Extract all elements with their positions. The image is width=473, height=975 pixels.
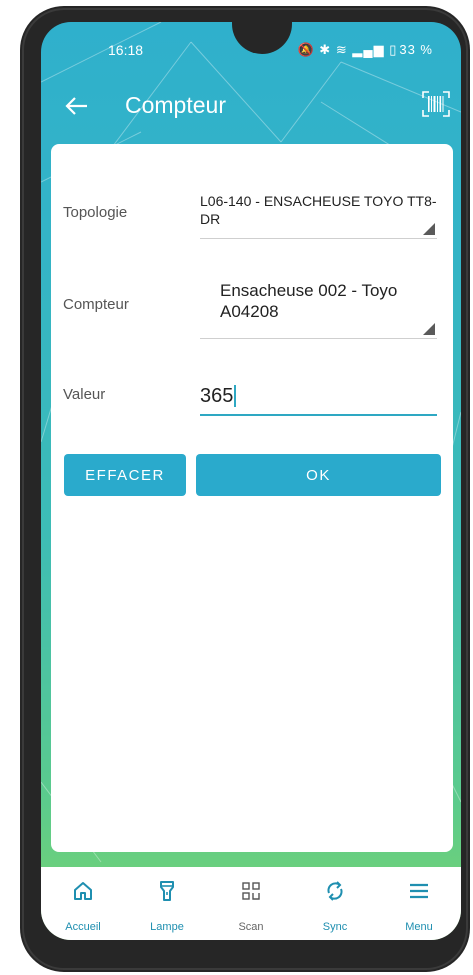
- nav-lampe[interactable]: Lampe: [125, 867, 209, 940]
- valeur-input[interactable]: 365: [200, 378, 437, 416]
- menu-icon: [410, 883, 428, 899]
- battery-icon: ▯: [389, 42, 398, 57]
- battery-percent: 33 %: [399, 42, 433, 57]
- status-icons: 🔕 ✱ ≋ ▂▄▆ ▯ 33 %: [297, 42, 433, 58]
- text-caret: [234, 385, 237, 407]
- topologie-value: L06-140 - ENSACHEUSE TOYO TT8-DR: [200, 193, 437, 227]
- nav-sync[interactable]: Sync: [293, 867, 377, 940]
- nav-label: Menu: [405, 921, 433, 933]
- sync-icon: [327, 881, 343, 901]
- dropdown-triangle-icon: [423, 223, 435, 235]
- compteur-label: Compteur: [63, 296, 129, 313]
- valeur-label: Valeur: [63, 386, 106, 403]
- form-card: Topologie L06-140 - ENSACHEUSE TOYO TT8-…: [51, 144, 453, 852]
- flashlight-icon: [160, 881, 174, 901]
- signal-icon: ▂▄▆: [352, 42, 385, 57]
- arrow-left-icon[interactable]: [63, 92, 91, 120]
- barcode-icon[interactable]: [421, 90, 451, 118]
- nav-accueil[interactable]: Accueil: [41, 867, 125, 940]
- app-bar: Compteur: [41, 84, 461, 132]
- nav-menu[interactable]: Menu: [377, 867, 461, 940]
- bottom-nav: Accueil Lampe Scan Sync Menu: [41, 867, 461, 940]
- compteur-value: Ensacheuse 002 - Toyo A04208: [220, 281, 398, 321]
- nav-label: Scan: [238, 921, 264, 933]
- qr-scan-icon: [242, 882, 260, 900]
- wifi-icon: ≋: [335, 42, 348, 57]
- topologie-label: Topologie: [63, 204, 128, 221]
- bluetooth-icon: ✱: [319, 42, 332, 57]
- nav-label: Sync: [322, 921, 348, 933]
- mute-icon: 🔕: [297, 42, 315, 57]
- topologie-select[interactable]: L06-140 - ENSACHEUSE TOYO TT8-DR: [200, 192, 437, 239]
- home-icon: [74, 882, 92, 900]
- dropdown-triangle-icon: [423, 323, 435, 335]
- nav-label: Lampe: [150, 921, 184, 933]
- page-title: Compteur: [125, 92, 226, 118]
- compteur-select[interactable]: Ensacheuse 002 - Toyo A04208: [200, 280, 437, 339]
- clear-button[interactable]: EFFACER: [64, 454, 186, 496]
- nav-scan[interactable]: Scan: [209, 867, 293, 940]
- status-time: 16:18: [108, 42, 144, 58]
- app-screen: 16:18 🔕 ✱ ≋ ▂▄▆ ▯ 33 % Compteur Topologi…: [41, 22, 461, 940]
- valeur-value: 365: [200, 384, 234, 407]
- ok-button[interactable]: OK: [196, 454, 441, 496]
- nav-label: Accueil: [65, 921, 101, 933]
